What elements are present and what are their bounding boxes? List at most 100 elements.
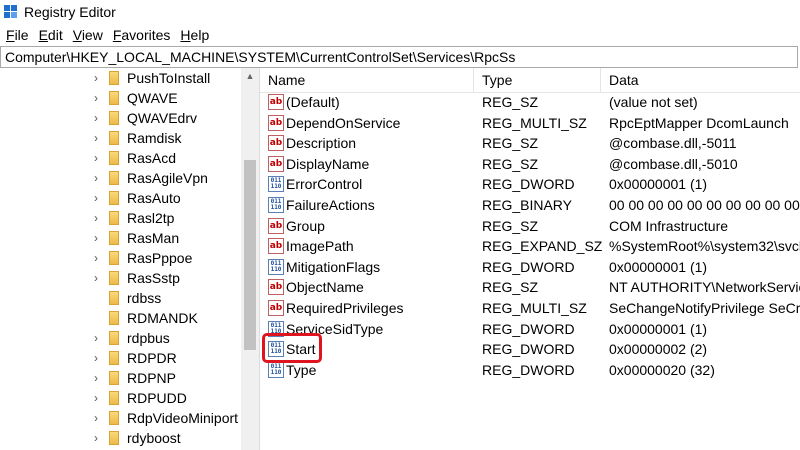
- menu-edit[interactable]: Edit: [39, 27, 63, 43]
- value-type: REG_DWORD: [482, 176, 575, 193]
- tree-item-label: Rasl2tp: [127, 210, 175, 226]
- tree-item-label: RasAgileVpn: [127, 170, 208, 186]
- tree-item[interactable]: › rdpbus: [0, 328, 241, 348]
- value-row[interactable]: 011 110 MitigationFlags REG_DWORD 0x00000001…: [260, 257, 800, 277]
- value-row[interactable]: ab RequiredPrivileges REG_MULTI_SZ SeChange…: [260, 298, 800, 318]
- value-data: 00 00 00 00 00 00 00 00 00 00 00 00: [609, 197, 800, 213]
- tree-item[interactable]: › rdyboost: [0, 428, 241, 448]
- value-name: (Default): [286, 94, 340, 110]
- tree-scrollbar[interactable]: ▲: [241, 68, 260, 450]
- value-type: REG_SZ: [482, 155, 539, 172]
- value-row[interactable]: 011 110 FailureActions REG_BINARY 00 00 00 0…: [260, 195, 800, 215]
- expand-chevron-icon[interactable]: ›: [91, 428, 101, 448]
- value-name: Description: [286, 135, 357, 152]
- folder-icon: [109, 271, 119, 285]
- value-row[interactable]: ab DependOnService REG_MULTI_SZ RpcEptMappe…: [260, 113, 800, 133]
- tree-item-label: Ramdisk: [127, 130, 182, 146]
- menu-help[interactable]: Help: [180, 27, 209, 43]
- expand-chevron-icon[interactable]: ›: [91, 188, 101, 208]
- menu-file[interactable]: File: [6, 27, 29, 43]
- tree-item[interactable]: › Ramdisk: [0, 128, 241, 148]
- tree-item-label: RDMANDK: [127, 310, 198, 326]
- tree-item[interactable]: › RdpVideoMiniport: [0, 408, 241, 428]
- column-header-type[interactable]: Type: [474, 68, 601, 92]
- value-data: 0x00000001 (1): [609, 320, 708, 337]
- expand-chevron-icon[interactable]: ›: [91, 328, 101, 348]
- value-data: NT AUTHORITY\NetworkService: [609, 279, 800, 296]
- expand-chevron-icon[interactable]: ›: [91, 168, 101, 188]
- string-value-icon: ab: [268, 155, 284, 172]
- tree-item-label: RDPUDD: [127, 390, 187, 406]
- scrollbar-thumb[interactable]: [244, 160, 256, 350]
- tree-item[interactable]: › RasMan: [0, 228, 241, 248]
- binary-value-icon: 011 110: [268, 258, 284, 275]
- tree-item-label: RasSstp: [127, 270, 180, 286]
- tree-item[interactable]: › QWAVEdrv: [0, 108, 241, 128]
- scroll-up-arrow-icon[interactable]: ▲: [241, 68, 259, 84]
- tree-item[interactable]: › RasAgileVpn: [0, 168, 241, 188]
- folder-icon: [109, 411, 119, 425]
- expand-chevron-icon[interactable]: ›: [91, 128, 101, 148]
- expand-chevron-icon[interactable]: ›: [91, 248, 101, 268]
- value-row[interactable]: 011 110 ServiceSidType REG_DWORD 0x00000001 …: [260, 319, 800, 339]
- tree-item[interactable]: › RasAcd: [0, 148, 241, 168]
- address-bar[interactable]: Computer\HKEY_LOCAL_MACHINE\SYSTEM\Curre…: [0, 46, 798, 68]
- menu-view[interactable]: View: [73, 27, 103, 43]
- binary-value-icon: 011 110: [268, 361, 284, 378]
- value-row[interactable]: ab ObjectName REG_SZ NT AUTHORITY\NetworkSe…: [260, 277, 800, 297]
- string-value-icon: ab: [268, 114, 284, 131]
- tree-item[interactable]: › RDPDR: [0, 348, 241, 368]
- expand-chevron-icon[interactable]: ›: [91, 388, 101, 408]
- tree-item[interactable]: › RasAuto: [0, 188, 241, 208]
- folder-icon: [109, 371, 119, 385]
- tree-item[interactable]: › RDPUDD: [0, 388, 241, 408]
- tree-item[interactable]: RDMANDK: [0, 308, 241, 328]
- expand-chevron-icon[interactable]: ›: [91, 348, 101, 368]
- folder-icon: [109, 151, 119, 165]
- value-row[interactable]: 011 110 Start REG_DWORD 0x00000002 (2): [260, 339, 800, 359]
- tree-item-label: RasMan: [127, 230, 180, 246]
- value-row[interactable]: ab (Default) REG_SZ (value not set): [260, 92, 800, 112]
- value-type: REG_DWORD: [482, 341, 575, 358]
- value-row[interactable]: ab Group REG_SZ COM Infrastructure: [260, 216, 800, 236]
- window-title: Registry Editor: [24, 4, 116, 20]
- value-data: SeChangeNotifyPrivilege SeCreate: [609, 300, 800, 316]
- menu-favorites[interactable]: Favorites: [113, 27, 171, 43]
- expand-chevron-icon[interactable]: ›: [91, 208, 101, 228]
- tree-item-label: RasAuto: [127, 190, 181, 206]
- tree-item[interactable]: › QWAVE: [0, 88, 241, 108]
- value-name: MitigationFlags: [286, 258, 381, 275]
- folder-icon: [109, 351, 119, 365]
- tree-item[interactable]: rdbss: [0, 288, 241, 308]
- value-name: RequiredPrivileges: [286, 300, 404, 316]
- folder-icon: [109, 71, 119, 85]
- tree-item[interactable]: › PushToInstall: [0, 68, 241, 88]
- expand-chevron-icon[interactable]: ›: [91, 108, 101, 128]
- tree-item[interactable]: › RasPppoe: [0, 248, 241, 268]
- tree-item[interactable]: › RasSstp: [0, 268, 241, 288]
- expand-chevron-icon[interactable]: ›: [91, 368, 101, 388]
- value-row[interactable]: ab DisplayName REG_SZ @combase.dll,-5010: [260, 154, 800, 174]
- tree-item[interactable]: › Rasl2tp: [0, 208, 241, 228]
- values-list: Name Type Data ab (Default) REG_SZ (value n…: [260, 68, 800, 450]
- value-data: @combase.dll,-5010: [609, 155, 738, 172]
- tree-item[interactable]: › RDPNP: [0, 368, 241, 388]
- expand-chevron-icon[interactable]: ›: [91, 148, 101, 168]
- key-tree: › PushToInstall › QWAVE › QWAVEdrv › Ramdisk › Ra…: [0, 68, 242, 450]
- value-name: DisplayName: [286, 155, 370, 172]
- column-header-name[interactable]: Name: [260, 68, 474, 92]
- value-row[interactable]: ab Description REG_SZ @combase.dll,-5011: [260, 133, 800, 153]
- expand-chevron-icon[interactable]: ›: [91, 88, 101, 108]
- expand-chevron-icon[interactable]: ›: [91, 408, 101, 428]
- column-header-data[interactable]: Data: [601, 68, 800, 92]
- value-type: REG_MULTI_SZ: [482, 114, 587, 131]
- folder-icon: [109, 391, 119, 405]
- value-row[interactable]: 011 110 ErrorControl REG_DWORD 0x00000001 (1…: [260, 174, 800, 194]
- expand-chevron-icon[interactable]: ›: [91, 268, 101, 288]
- value-row[interactable]: 011 110 Type REG_DWORD 0x00000020 (32): [260, 360, 800, 380]
- string-value-icon: ab: [268, 300, 284, 316]
- expand-chevron-icon[interactable]: ›: [91, 228, 101, 248]
- value-type: REG_EXPAND_SZ: [482, 238, 602, 255]
- value-row[interactable]: ab ImagePath REG_EXPAND_SZ %SystemRoot%\sys…: [260, 236, 800, 256]
- expand-chevron-icon[interactable]: ›: [91, 68, 101, 88]
